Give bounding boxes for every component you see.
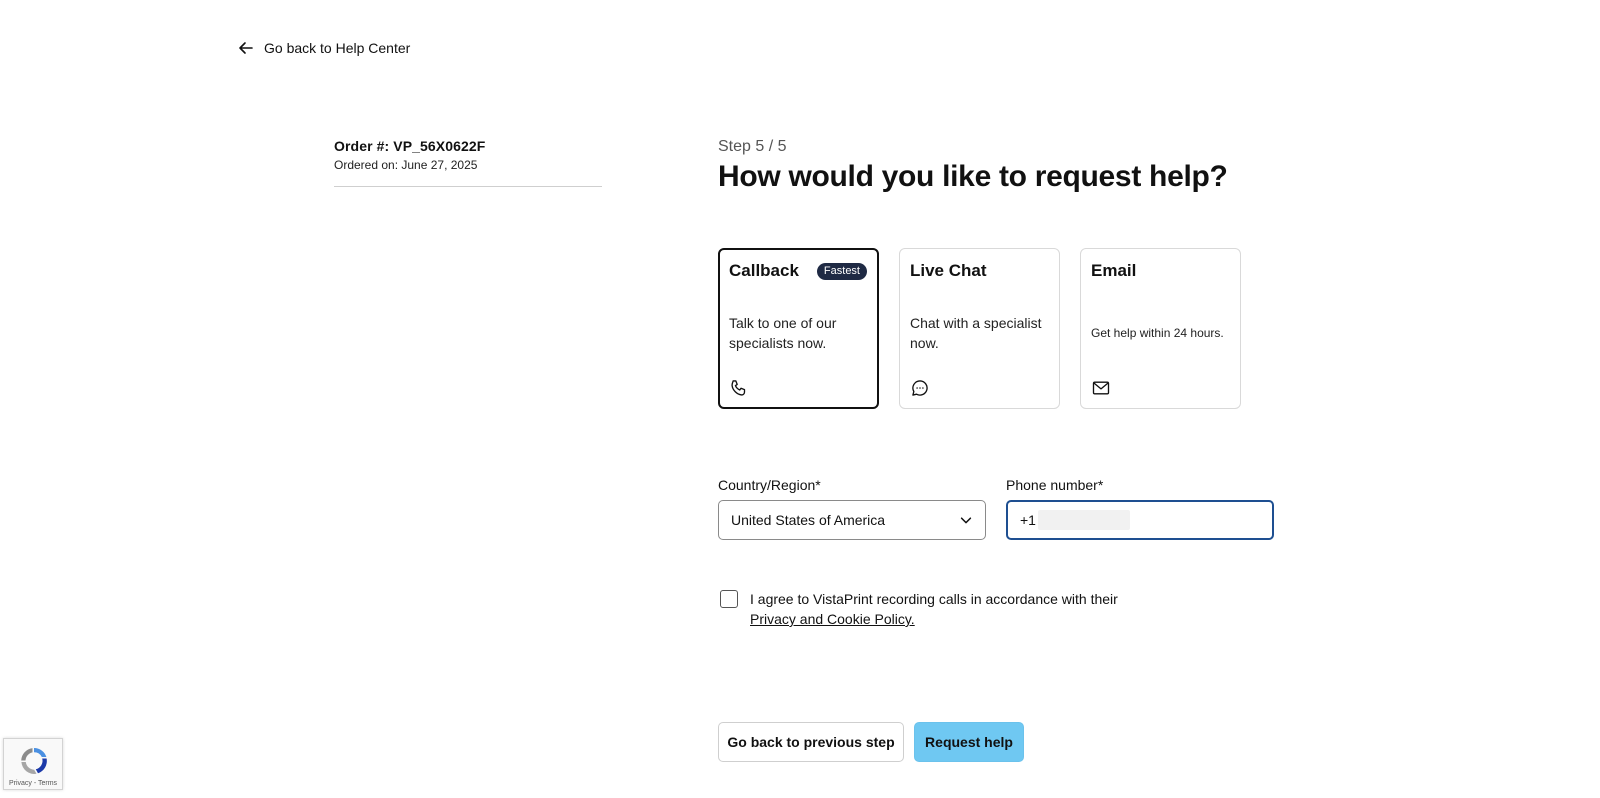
fastest-badge: Fastest (816, 263, 867, 280)
consent-checkbox[interactable] (720, 590, 738, 608)
page-title: How would you like to request help? (718, 160, 1228, 193)
wizard-header: Step 5 / 5 How would you like to request… (718, 138, 1278, 194)
phone-icon (731, 380, 746, 396)
option-callback[interactable]: Callback Fastest Talk to one of our spec… (718, 248, 879, 409)
recording-consent: I agree to VistaPrint recording calls in… (720, 589, 1150, 629)
option-description: Chat with a specialist now. (910, 315, 1042, 351)
consent-label: I agree to VistaPrint recording calls in… (750, 591, 1118, 607)
chevron-down-icon (960, 517, 972, 524)
option-live-chat[interactable]: Live Chat Chat with a specialist now. (899, 248, 1060, 409)
option-description: Get help within 24 hours. (1091, 326, 1224, 340)
recaptcha-icon (21, 747, 47, 774)
order-date: Ordered on: June 27, 2025 (334, 158, 478, 172)
phone-country-code: +1 (1020, 512, 1036, 528)
option-email[interactable]: Email Get help within 24 hours. (1080, 248, 1241, 409)
country-select[interactable]: United States of America (718, 500, 986, 540)
country-label: Country/Region* (718, 477, 821, 493)
request-help-button[interactable]: Request help (914, 722, 1024, 762)
order-summary: Order #: VP_56X0622F Ordered on: June 27… (334, 138, 602, 187)
recaptcha-badge[interactable]: Privacy - Terms (3, 738, 63, 790)
option-title: Live Chat (910, 261, 987, 280)
back-to-help-center-link[interactable]: Go back to Help Center (238, 38, 410, 58)
country-select-value: United States of America (731, 512, 886, 528)
help-options: Callback Fastest Talk to one of our spec… (718, 248, 1241, 409)
chat-bubble-icon (912, 380, 928, 396)
order-number: Order #: VP_56X0622F (334, 138, 486, 154)
privacy-policy-link[interactable]: Privacy and Cookie Policy. (750, 611, 915, 627)
option-description: Talk to one of our specialists now. (729, 315, 837, 351)
back-link-label: Go back to Help Center (264, 40, 411, 56)
arrow-left-icon (239, 42, 253, 54)
option-title: Email (1091, 261, 1137, 280)
recaptcha-terms[interactable]: Privacy - Terms (4, 780, 62, 787)
phone-number-input[interactable]: +1 (1006, 500, 1274, 540)
mail-icon (1092, 381, 1110, 395)
previous-step-button[interactable]: Go back to previous step (718, 722, 904, 762)
step-indicator: Step 5 / 5 (718, 138, 787, 155)
redacted-phone-number (1037, 510, 1130, 530)
phone-label: Phone number* (1006, 477, 1104, 493)
consent-text: I agree to VistaPrint recording calls in… (750, 589, 1150, 629)
